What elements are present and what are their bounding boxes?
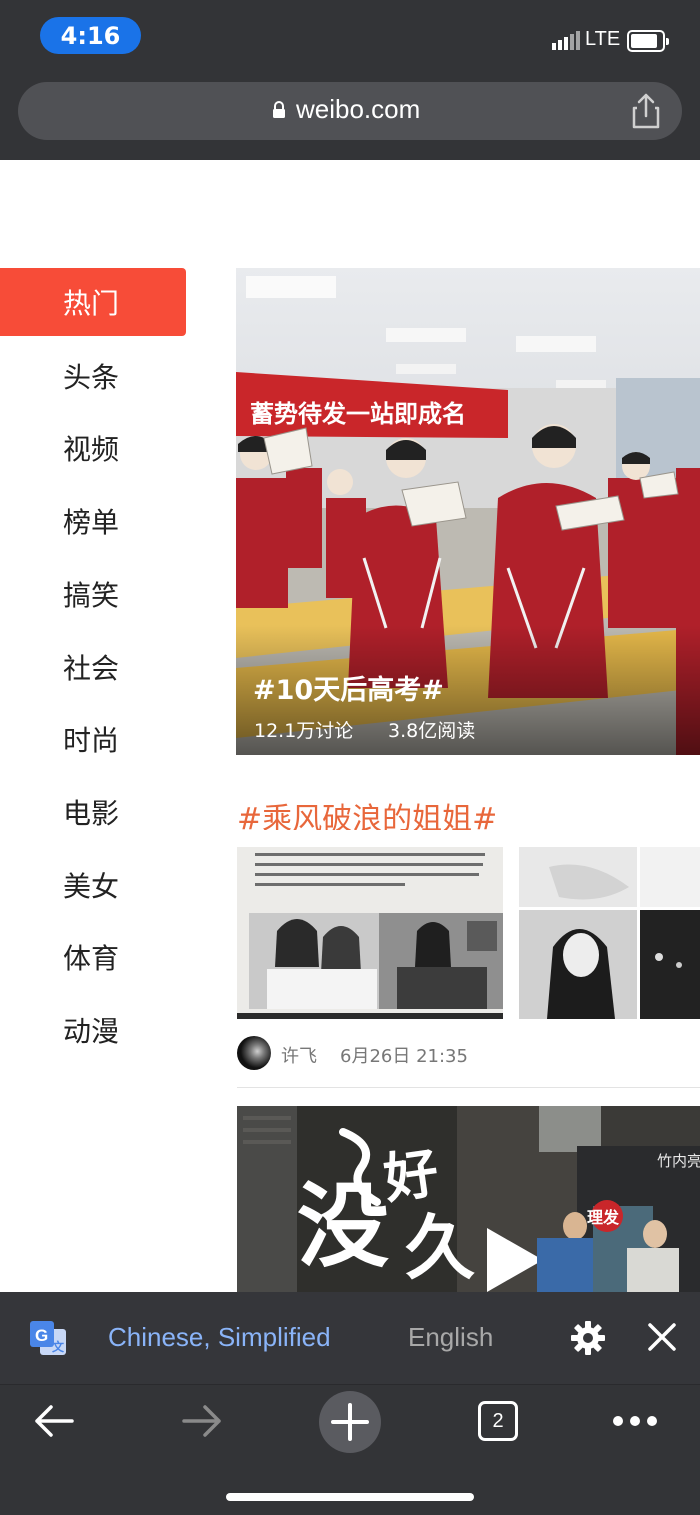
gear-icon[interactable] [570,1320,606,1356]
url-text: weibo.com [296,94,421,124]
classroom-banner-text: 蓄势待发一站即成名 [250,400,466,428]
network-type: LTE [585,28,621,50]
plus-icon [331,1403,369,1441]
feed-divider [237,1087,700,1088]
cellular-signal-icon [552,31,580,50]
battery-icon [627,30,669,52]
shop-sign-text: 竹内亮 [657,1152,700,1170]
author-name[interactable]: 许飞 [281,1042,317,1068]
post-timestamp: 6月26日 21:35 [340,1046,468,1067]
video-card[interactable]: 竹内亮 理发 好 久 没 [237,1106,700,1292]
status-time: 4:16 [40,17,141,54]
browser-bottom-toolbar: 2 [0,1384,700,1515]
sidebar-item-fashion[interactable]: 时尚 [0,705,186,773]
more-options-icon[interactable] [612,1415,658,1427]
sidebar-item-sports[interactable]: 体育 [0,923,186,991]
sidebar-item-society[interactable]: 社会 [0,633,186,701]
hero-title: #10天后高考# [253,675,444,706]
street-video-thumbnail: 竹内亮 理发 好 久 没 [237,1106,700,1292]
source-language-tab[interactable]: Chinese, Simplified [108,1322,331,1353]
tab-switcher-button[interactable]: 2 [478,1401,518,1441]
svg-text:文: 文 [52,1339,65,1354]
sidebar-item-headlines[interactable]: 头条 [0,342,186,410]
share-icon[interactable] [628,92,664,130]
lock-icon [273,101,285,118]
sidebar-item-anime[interactable]: 动漫 [0,996,186,1064]
back-arrow-icon[interactable] [32,1403,76,1439]
post-image-2[interactable] [519,847,700,1019]
shop-badge-text: 理发 [587,1208,620,1227]
close-icon[interactable] [647,1322,677,1352]
google-translate-icon[interactable]: G 文 [30,1321,66,1355]
svg-text:G: G [35,1326,48,1345]
author-avatar[interactable] [237,1036,271,1070]
sidebar-item-movies[interactable]: 电影 [0,778,186,846]
address-bar[interactable]: weibo.com [18,82,682,140]
translate-bar: G 文 Chinese, Simplified English [0,1292,700,1384]
hero-discussion-count: 12.1万讨论 [254,720,354,742]
sidebar-item-hot[interactable]: 热门 [0,268,186,336]
sidebar-item-rankings[interactable]: 榜单 [0,487,186,555]
target-language-tab[interactable]: English [408,1322,493,1353]
calligraphy-char-3: 没 [297,1172,389,1280]
new-tab-button[interactable] [319,1391,381,1453]
sidebar-item-beauty[interactable]: 美女 [0,851,186,919]
forward-arrow-icon[interactable] [180,1403,224,1439]
home-indicator[interactable] [226,1493,474,1501]
sidebar-item-funny[interactable]: 搞笑 [0,560,186,628]
browser-top-bar: 4:16 LTE weibo.com [0,0,700,160]
portrait-photo [519,847,700,1019]
post-image-1[interactable] [237,847,503,1019]
calligraphy-char-2: 久 [405,1206,475,1289]
collage-photo [237,847,503,1019]
hero-read-count: 3.8亿阅读 [388,720,476,742]
sidebar-item-video[interactable]: 视频 [0,414,186,482]
hero-topic-card[interactable]: 蓄势待发一站即成名 #10天后高考# 12.1万讨论 3.8亿阅读 [236,268,700,755]
topic-title[interactable]: #乘风破浪的姐姐# [237,800,497,830]
